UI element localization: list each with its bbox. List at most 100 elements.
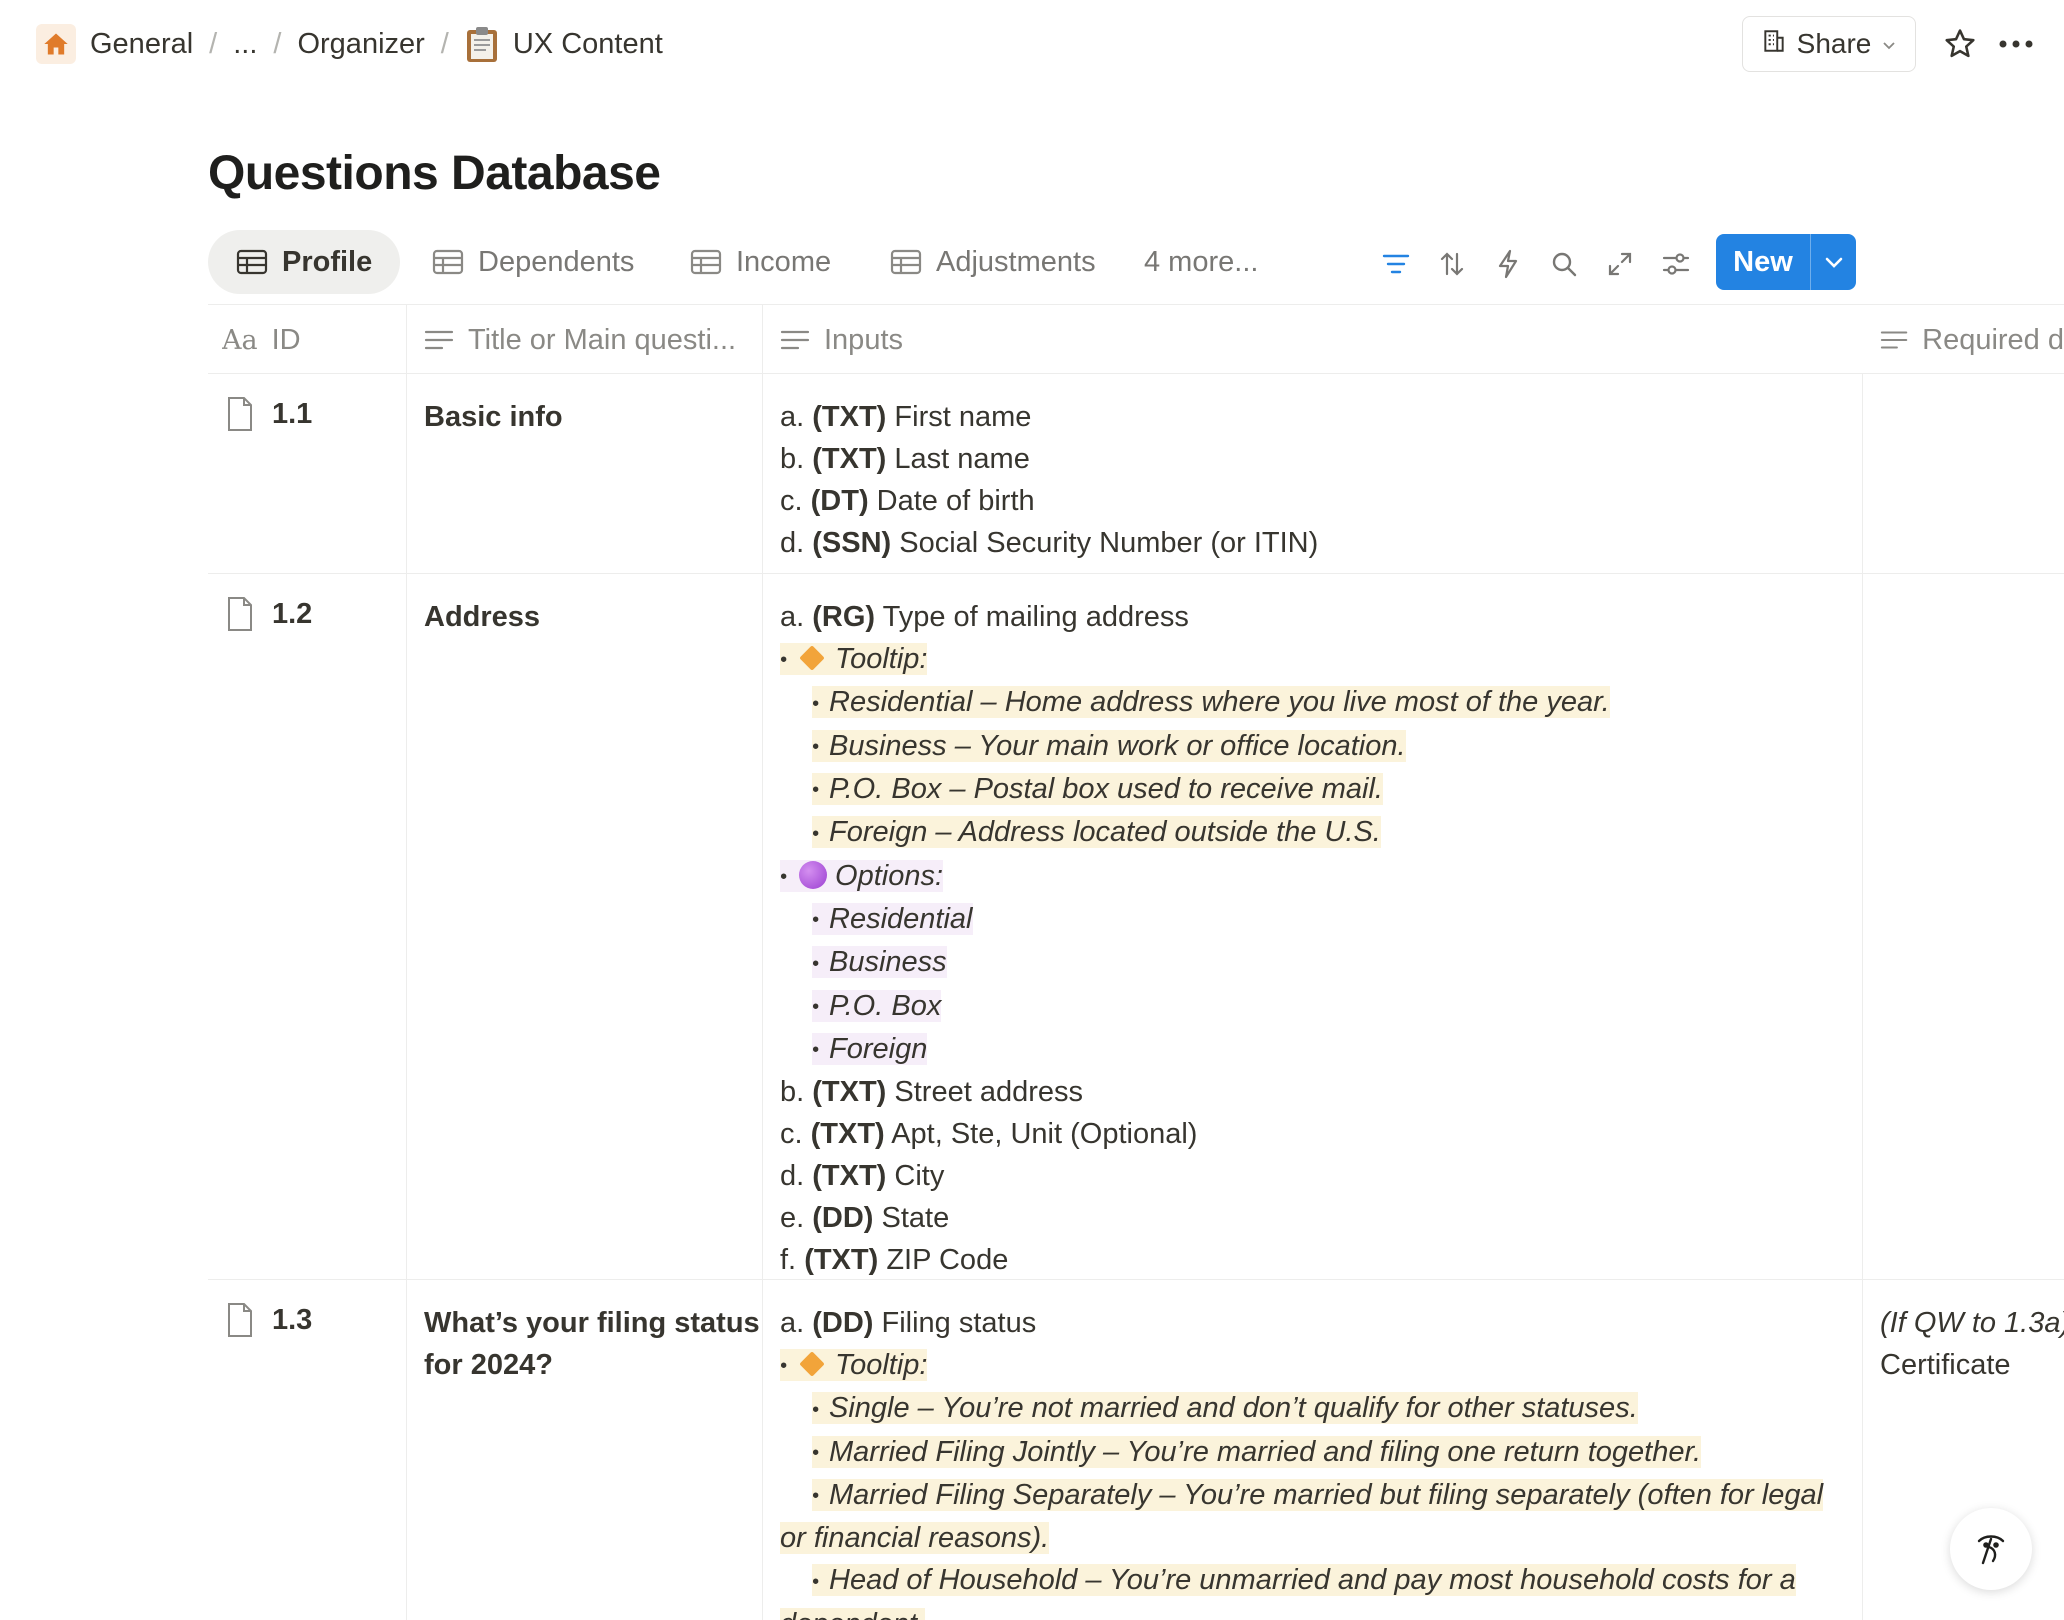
share-button[interactable]: Share [1742, 16, 1916, 72]
row-title: What’s your filing status for 2024? [424, 1307, 760, 1381]
breadcrumb-item-ellipsis[interactable]: ... [233, 28, 257, 61]
expand-icon[interactable] [1600, 244, 1640, 284]
tooltip-item: • Business – Your main work or office loc… [812, 729, 1406, 762]
tooltip-item-continued: dependent. [780, 1603, 2050, 1620]
input-line: d. (TXT) City [780, 1160, 945, 1193]
tooltip-item: • Single – You’re not married and don’t q… [812, 1392, 1638, 1425]
input-line: f. (TXT) ZIP Code [780, 1244, 1009, 1277]
breadcrumb-label: UX Content [512, 27, 663, 60]
settings-sliders-icon[interactable] [1656, 244, 1696, 284]
table-row[interactable]: 1.3 What’s your filing status for 2024? … [208, 1280, 2064, 1620]
row-id: 1.3 [272, 1303, 313, 1336]
page-icon [228, 597, 252, 631]
new-dropdown-button[interactable] [1810, 234, 1856, 290]
page-title: Questions Database [208, 147, 661, 200]
breadcrumb: General / ... / Organizer / UX Content [36, 22, 663, 66]
input-line: a. (TXT) First name [780, 401, 1032, 433]
tooltip-item: • Head of Household – You’re unmarried an… [812, 1564, 1796, 1597]
column-header-id[interactable]: Aa ID [222, 305, 301, 375]
option-item: • Residential [812, 903, 973, 936]
option-item: • Business [812, 946, 947, 979]
option-item: • P.O. Box [812, 989, 942, 1022]
row-inputs: a. (TXT) First name b. (TXT) Last name c… [780, 396, 2050, 564]
help-assistant-button[interactable] [1950, 1508, 2032, 1590]
table-header: Aa ID Title or Main questi... Inputs Req… [208, 304, 2064, 374]
column-header-label: ID [271, 323, 301, 356]
text-type-icon: Aa [222, 324, 258, 356]
breadcrumb-item-organizer[interactable]: Organizer [297, 28, 424, 61]
column-header-label: Required d [1922, 323, 2064, 356]
breadcrumb-label: General [90, 27, 194, 60]
new-button-group: New [1716, 234, 1856, 290]
tooltip-item: • Married Filing Separately – You’re marr… [812, 1479, 1824, 1512]
row-inputs: a. (DD) Filing status • Tooltip: • Single … [780, 1302, 2050, 1620]
column-header-title[interactable]: Title or Main questi... [424, 305, 764, 375]
table-row[interactable]: 1.1 Basic info a. (TXT) First name b. (T… [208, 374, 2064, 574]
breadcrumb-item-general[interactable]: General [36, 24, 193, 64]
tab-adjustments[interactable]: Adjustments [862, 230, 1124, 294]
text-lines-icon [424, 330, 454, 350]
tooltip-item: • P.O. Box – Postal box used to receive m… [812, 773, 1383, 806]
home-icon [36, 24, 76, 64]
column-header-label: Inputs [824, 323, 903, 356]
table-icon [690, 249, 722, 275]
input-line: e. (DD) State [780, 1202, 950, 1235]
column-header-label: Title or Main questi... [468, 323, 737, 356]
tooltip-item-continued: or financial reasons). [780, 1522, 1050, 1555]
chevron-down-icon [1825, 257, 1842, 268]
search-icon[interactable] [1544, 244, 1584, 284]
breadcrumb-separator: / [273, 27, 282, 60]
required-doc: Certificate [1880, 1349, 2011, 1381]
orange-diamond-icon [799, 1351, 825, 1378]
tooltip-item: • Married Filing Jointly – You’re married… [812, 1435, 1702, 1468]
breadcrumb-item-ux-content[interactable]: UX Content [465, 25, 663, 63]
tab-income[interactable]: Income [662, 230, 859, 294]
clipboard-icon [465, 25, 499, 63]
breadcrumb-label: Organizer [297, 27, 425, 60]
input-line: c. (DT) Date of birth [780, 485, 1035, 517]
table-row[interactable]: 1.2 Address a. (RG) Type of mailing addr… [208, 574, 2064, 1280]
new-button[interactable]: New [1716, 234, 1810, 290]
tooltip-heading: • Tooltip: [780, 1349, 928, 1381]
breadcrumb-label: ... [233, 27, 258, 60]
table-icon [432, 249, 464, 275]
filter-icon[interactable] [1376, 244, 1416, 284]
column-header-required[interactable]: Required d [1880, 305, 2064, 375]
row-id-cell: 1.2 [226, 596, 312, 632]
text-lines-icon [780, 330, 810, 350]
page-icon [228, 1303, 252, 1337]
input-line: d. (SSN) Social Security Number (or ITIN… [780, 527, 1319, 559]
required-note: (If QW to 1.3a) [1880, 1307, 2064, 1339]
favorite-star-icon[interactable] [1936, 20, 1984, 68]
tab-dependents[interactable]: Dependents [404, 230, 662, 294]
purple-circle-icon [799, 861, 828, 890]
table-icon [236, 249, 268, 275]
automation-bolt-icon[interactable] [1488, 244, 1528, 284]
options-heading: • Options: [780, 859, 944, 892]
tooltip-heading: • Tooltip: [780, 643, 928, 675]
more-options-icon[interactable] [1990, 20, 2042, 68]
input-line: a. (RG) Type of mailing address [780, 601, 1189, 633]
row-id-cell: 1.1 [226, 396, 312, 432]
more-views-button[interactable]: 4 more... [1144, 230, 1258, 294]
row-title: Basic info [424, 401, 563, 433]
row-title: Address [424, 601, 541, 633]
input-line: b. (TXT) Last name [780, 443, 1030, 475]
top-bar: General / ... / Organizer / UX Content S… [0, 0, 2064, 90]
tab-label: Income [736, 245, 832, 278]
breadcrumb-separator: / [209, 27, 218, 60]
sort-icon[interactable] [1432, 244, 1472, 284]
share-label: Share [1796, 28, 1872, 59]
column-header-inputs[interactable]: Inputs [780, 305, 903, 375]
assistant-face-icon [1977, 1535, 2005, 1565]
table-icon [890, 249, 922, 275]
tab-label: Profile [282, 245, 373, 278]
tab-label: Dependents [478, 245, 635, 278]
tooltip-item: • Foreign – Address located outside the U… [812, 816, 1381, 849]
view-bar: Profile Dependents Income Adjustments 4 … [208, 230, 1858, 296]
tooltip-item: • Residential – Home address where you li… [812, 686, 1610, 719]
row-id: 1.2 [272, 597, 313, 630]
chevron-down-icon [1881, 28, 1897, 60]
tab-profile[interactable]: Profile [208, 230, 401, 294]
breadcrumb-separator: / [440, 27, 449, 60]
